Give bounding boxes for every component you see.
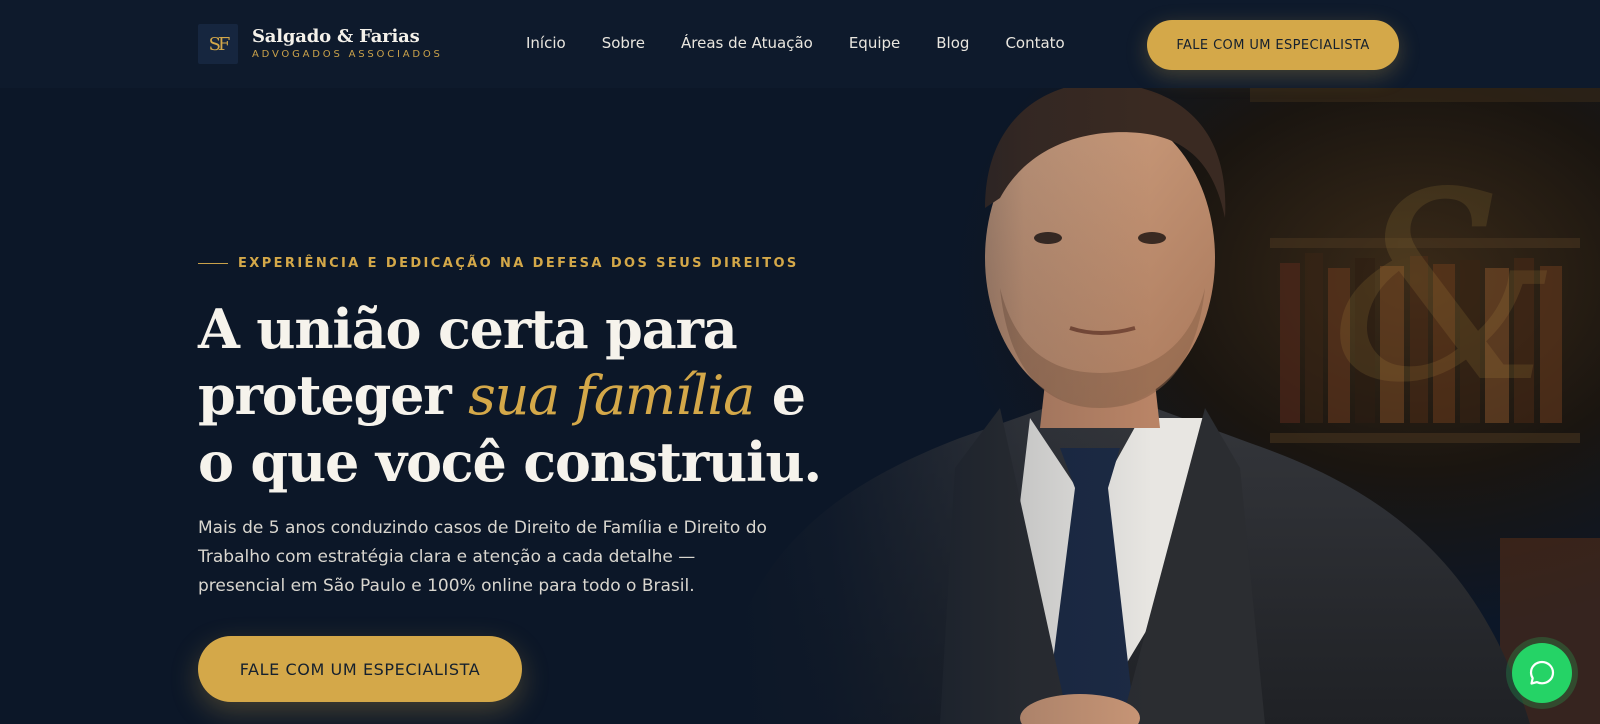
eyebrow-text: EXPERIÊNCIA E DEDICAÇÃO NA DEFESA DOS SE… [238, 256, 799, 271]
headline-accent: sua família [468, 364, 755, 427]
header-cta-button[interactable]: FALE COM UM ESPECIALISTA [1147, 20, 1399, 70]
whatsapp-icon [1529, 660, 1555, 685]
site-header: SF Salgado & Farias ADVOGADOS ASSOCIADOS… [0, 0, 1600, 88]
hero-headline: A união certa para proteger sua família … [198, 296, 838, 495]
nav-link-equipe[interactable]: Equipe [849, 34, 900, 52]
hero-cta-button[interactable]: FALE COM UM ESPECIALISTA [198, 636, 522, 702]
whatsapp-icon-bg [1512, 643, 1572, 703]
logo-monogram-icon: SF [198, 24, 238, 64]
hero-section: & EXPERIÊNCIA E DEDICAÇÃO NA DEFESA DOS … [0, 88, 1600, 724]
brand-logo[interactable]: SF Salgado & Farias ADVOGADOS ASSOCIADOS [198, 24, 443, 64]
nav-link-areas-de-atuacao[interactable]: Áreas de Atuação [681, 34, 813, 52]
brand-tagline: ADVOGADOS ASSOCIADOS [252, 49, 443, 61]
nav-link-inicio[interactable]: Início [526, 34, 566, 52]
eyebrow-divider [198, 263, 228, 264]
nav-link-sobre[interactable]: Sobre [602, 34, 645, 52]
nav-link-blog[interactable]: Blog [936, 34, 969, 52]
whatsapp-button[interactable] [1506, 637, 1578, 709]
brand-text: Salgado & Farias ADVOGADOS ASSOCIADOS [252, 25, 443, 61]
brand-name: Salgado & Farias [252, 25, 420, 47]
hero-eyebrow: EXPERIÊNCIA E DEDICAÇÃO NA DEFESA DOS SE… [198, 256, 799, 271]
main-nav: Início Sobre Áreas de Atuação Equipe Blo… [526, 34, 1065, 52]
hero-lead-text: Mais de 5 anos conduzindo casos de Direi… [198, 518, 767, 596]
nav-link-contato[interactable]: Contato [1005, 34, 1064, 52]
